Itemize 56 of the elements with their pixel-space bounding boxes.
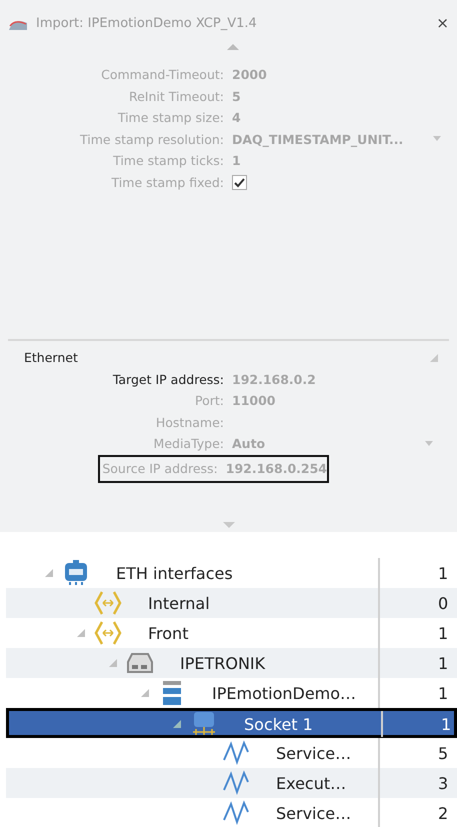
property-label: Source IP address: — [101, 461, 219, 476]
collapse-icon[interactable] — [140, 688, 150, 698]
property-label: Command-Timeout: — [100, 67, 225, 82]
count-cell: 1 — [438, 684, 448, 702]
tree-row[interactable]: IPETRONIK 1 — [6, 648, 457, 678]
count-cell: 1 — [438, 624, 448, 642]
tree-item-label: IPEmotionDemo… — [212, 684, 356, 702]
tree-item-label: IPETRONIK — [180, 654, 266, 672]
socket-icon — [191, 711, 217, 737]
tree-item-label: Socket 1 — [244, 714, 313, 734]
scroll-down-icon[interactable] — [222, 520, 234, 530]
tree-row[interactable]: Internal 0 — [6, 588, 457, 618]
property-label: Hostname: — [154, 414, 225, 430]
close-button[interactable]: × — [432, 14, 453, 32]
dropdown-caret-icon[interactable] — [425, 440, 433, 447]
property-label: Time stamp fixed: — [110, 174, 225, 190]
property-label: Time stamp resolution: — [79, 132, 225, 147]
bracket-arrows-icon — [94, 590, 122, 616]
count-cell: 1 — [438, 654, 448, 672]
waveform-icon — [223, 770, 249, 796]
property-label: ReInit Timeout: — [128, 88, 225, 104]
collapse-icon[interactable] — [76, 628, 86, 638]
count-cell: 1 — [438, 564, 448, 582]
tree-row[interactable]: Socket 1 1 — [6, 708, 457, 738]
bracket-arrows-icon — [94, 620, 122, 646]
scroll-up-icon[interactable] — [226, 42, 238, 52]
window-title: Import: IPEmotionDemo XCP_V1.4 — [36, 16, 258, 30]
count-cell: 5 — [438, 744, 448, 762]
count-cell: 2 — [438, 804, 448, 822]
property-label: Time stamp size: — [116, 110, 225, 126]
tree-item-label: Service… — [276, 744, 352, 762]
tree-item-label: Execut… — [276, 774, 346, 792]
collapse-icon[interactable] — [172, 719, 182, 729]
waveform-icon — [223, 800, 249, 826]
property-label: MediaType: — [152, 436, 225, 452]
module-icon — [161, 680, 183, 706]
waveform-icon — [223, 740, 249, 766]
collapse-icon[interactable] — [108, 658, 118, 668]
dropdown-caret-icon[interactable] — [433, 136, 441, 142]
section-title: Ethernet — [24, 350, 78, 365]
tree-item-label: ETH interfaces — [116, 564, 233, 582]
device-icon — [126, 652, 154, 674]
tree-item-label: Service… — [276, 804, 352, 822]
collapse-icon[interactable] — [44, 568, 54, 578]
tree-row[interactable]: Execut… 3 — [6, 768, 457, 798]
tree-item-label: Internal — [148, 594, 210, 612]
ethernet-port-icon — [64, 560, 88, 586]
count-cell: 0 — [438, 594, 448, 612]
tree-item-label: Front — [148, 624, 188, 642]
collapse-icon[interactable] — [429, 352, 439, 362]
checkbox[interactable] — [232, 174, 247, 190]
property-label: Port: — [194, 393, 225, 408]
property-label: Target IP address: — [112, 372, 225, 387]
count-cell: 3 — [438, 774, 448, 792]
property-label: Time stamp ticks: — [112, 153, 225, 168]
count-cell: 1 — [441, 714, 452, 734]
